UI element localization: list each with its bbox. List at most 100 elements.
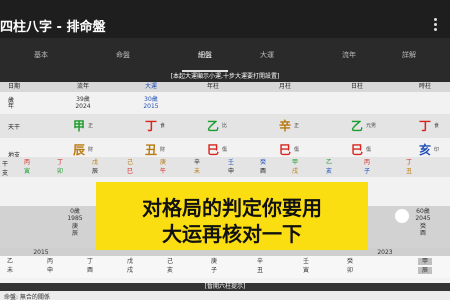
xiaoyun-branch-5: 午	[159, 168, 166, 175]
dizhi-year[interactable]: 巳	[206, 143, 220, 157]
liunian-gz-row	[0, 256, 450, 278]
xiaoyun-branch-6: 未	[193, 168, 200, 175]
xiaoyun-stem-5: 庚	[159, 159, 166, 166]
tab-analysis[interactable]: 詳解	[368, 38, 450, 72]
tiangan-month[interactable]: 辛	[278, 119, 292, 133]
dizhi-liunian[interactable]: 辰	[72, 143, 86, 157]
tab-dayun[interactable]: 大運	[226, 38, 308, 72]
dizhi-day[interactable]: 巳	[350, 143, 364, 157]
liunian-stem-3[interactable]: 丁	[84, 258, 96, 265]
xiaoyun-stem-2: 丁	[56, 159, 63, 166]
tiangan-year[interactable]: 乙	[206, 119, 220, 133]
dayun-year: 2015	[143, 103, 159, 110]
liunian-stem-9[interactable]: 癸	[344, 258, 356, 265]
dayun-start-stem[interactable]: 庚	[60, 223, 90, 230]
xiaoyun-stem-4: 己	[126, 159, 133, 166]
xiaoyun-branch-3: 辰	[91, 168, 98, 175]
info-banner: [本起大運顯示小運,十步大運要打開設置]	[0, 72, 450, 82]
xiaoyun-stem-1: 丙	[23, 159, 30, 166]
xiaoyun-branch-7: 申	[227, 168, 234, 175]
tiangan-year-note: 比	[222, 123, 228, 129]
dizhi-liunian-note: 財	[88, 147, 94, 153]
tiangan-hour[interactable]: 丁	[418, 119, 432, 133]
dayun-end-stem[interactable]: 癸	[408, 223, 438, 230]
age-row-label: 歲年	[8, 97, 15, 110]
header-hour-pillar: 時柱	[418, 83, 431, 90]
dayun-age: 30歲	[144, 96, 158, 103]
xiaoyun-branch-12: 丑	[405, 168, 412, 175]
liunian-branch-1[interactable]: 未	[4, 267, 16, 274]
dayun-end-age: 60歲	[416, 208, 430, 215]
header-year-pillar: 年柱	[206, 83, 219, 90]
caption-overlay: 对格局的判定你要用 大运再核对一下	[96, 182, 368, 250]
xiaoyun-branch-11: 子	[363, 168, 370, 175]
more-menu-icon[interactable]	[434, 18, 438, 32]
dayun-start-branch[interactable]: 辰	[60, 230, 90, 237]
xiaoyun-stem-9: 甲	[291, 159, 298, 166]
xiaoyun-stem-8: 癸	[259, 159, 266, 166]
liunian-stem-1[interactable]: 乙	[4, 258, 16, 265]
year-marker-2023: 2023	[377, 249, 393, 256]
liunian-branch-2[interactable]: 申	[44, 267, 56, 274]
liunian-stem-2[interactable]: 丙	[44, 258, 56, 265]
tiangan-day-note: 元男	[366, 123, 377, 129]
xiaoyun-branch-8: 酉	[259, 168, 266, 175]
liunian-branch-5[interactable]: 亥	[164, 267, 176, 274]
liunian-branch-8[interactable]: 寅	[300, 267, 312, 274]
liunian-stem-5[interactable]: 己	[164, 258, 176, 265]
dizhi-hour[interactable]: 亥	[418, 143, 432, 157]
tiangan-day[interactable]: 乙	[350, 119, 364, 133]
app-title-bar: 四柱八字 - 排命盤	[0, 0, 450, 38]
liunian-stem-4[interactable]: 戊	[124, 258, 136, 265]
xiaoyun-stem-12: 丁	[405, 159, 412, 166]
tab-basic[interactable]: 基本	[0, 38, 82, 72]
dizhi-day-note: 傷	[366, 147, 372, 153]
caption-line-1: 对格局的判定你要用	[142, 196, 322, 220]
xiaoyun-stem-6: 辛	[193, 159, 200, 166]
xiaoyun-rows	[0, 157, 450, 177]
liunian-branch-10[interactable]: 辰	[418, 267, 432, 274]
liunian-age: 39歲	[76, 96, 90, 103]
dayun-start-age: 0歲	[70, 208, 80, 215]
xiaoyun-label-stem: 干	[2, 161, 9, 168]
tab-bar: 基本 命盤 細盤 大運 流年 詳解	[0, 38, 450, 72]
header-month-pillar: 月柱	[278, 83, 291, 90]
xiaoyun-branch-2: 卯	[56, 168, 63, 175]
dizhi-month-note: 傷	[294, 147, 300, 153]
footer: [暫開六柱提示] 命盤: 無合的關係	[0, 283, 450, 300]
xiaoyun-branch-1: 寅	[23, 168, 30, 175]
year-marker-2015: 2015	[33, 249, 49, 256]
tiangan-dayun-note: 食	[160, 123, 166, 129]
caption-line-2: 大运再核对一下	[162, 222, 302, 246]
liunian-branch-6[interactable]: 子	[208, 267, 220, 274]
liunian-branch-3[interactable]: 酉	[84, 267, 96, 274]
xiaoyun-branch-9: 戌	[291, 168, 298, 175]
liunian-branch-7[interactable]: 丑	[254, 267, 266, 274]
xiaoyun-branch-10: 亥	[325, 168, 332, 175]
header-liunian: 流年	[76, 83, 89, 90]
xiaoyun-stem-7: 壬	[227, 159, 234, 166]
tab-chart[interactable]: 命盤	[82, 38, 164, 72]
xiaoyun-branch-4: 巳	[126, 168, 133, 175]
xiaoyun-stem-3: 戊	[91, 159, 98, 166]
liunian-stem-7[interactable]: 辛	[254, 258, 266, 265]
liunian-stem-6[interactable]: 庚	[208, 258, 220, 265]
six-pillar-tip-toggle[interactable]: [暫開六柱提示]	[0, 283, 450, 291]
tiangan-dayun[interactable]: 丁	[144, 119, 158, 133]
dayun-end-branch[interactable]: 酉	[408, 230, 438, 237]
liunian-branch-4[interactable]: 戌	[124, 267, 136, 274]
floating-action-button[interactable]	[395, 209, 409, 223]
liunian-stem-8[interactable]: 壬	[300, 258, 312, 265]
chart-relation-note: 命盤: 無合的關係	[4, 294, 50, 300]
dizhi-dayun[interactable]: 丑	[144, 143, 158, 157]
tiangan-liunian[interactable]: 甲	[72, 119, 86, 133]
header-dayun: 大運	[144, 83, 157, 90]
header-date: 日期	[8, 83, 21, 90]
liunian-stem-10[interactable]: 甲	[418, 258, 432, 265]
xiaoyun-stem-10: 乙	[325, 159, 332, 166]
dayun-end-year: 2045	[415, 215, 431, 222]
liunian-year: 2024	[75, 103, 91, 110]
dizhi-year-note: 傷	[222, 147, 228, 153]
liunian-branch-9[interactable]: 卯	[344, 267, 356, 274]
dizhi-month[interactable]: 巳	[278, 143, 292, 157]
